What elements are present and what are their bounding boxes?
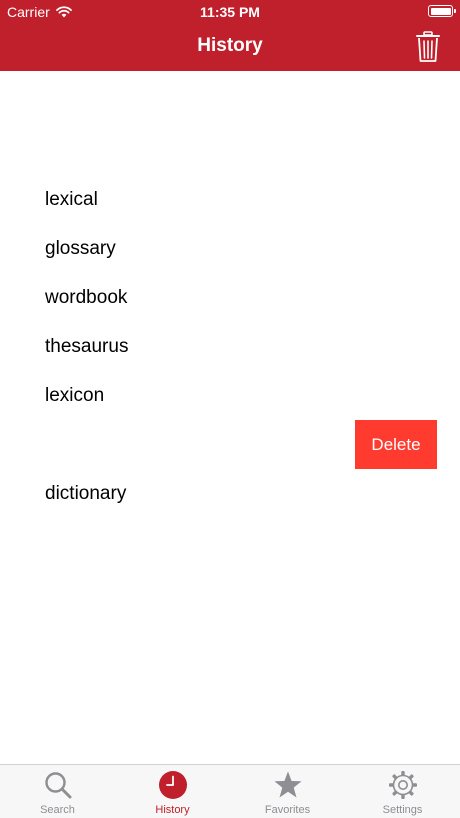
battery-icon xyxy=(428,5,456,17)
tab-label: Search xyxy=(40,804,75,816)
history-item-lexicon[interactable]: lexicon xyxy=(0,371,460,420)
delete-button[interactable]: Delete xyxy=(355,420,437,469)
status-time: 11:35 PM xyxy=(200,4,260,20)
search-icon xyxy=(44,772,71,799)
trash-icon[interactable] xyxy=(416,31,440,63)
star-icon xyxy=(274,771,301,798)
history-item-glossary[interactable]: glossary xyxy=(0,224,460,273)
tab-label: Favorites xyxy=(264,804,311,816)
navigation-bar: Carrier 11:35 PM History xyxy=(0,0,460,71)
history-item-swiped[interactable]: Delete xyxy=(0,420,460,469)
history-item-label: glossary xyxy=(45,238,116,259)
tab-label: History xyxy=(155,804,190,816)
tab-label: Settings xyxy=(382,804,423,816)
tab-search[interactable]: Search xyxy=(0,765,115,818)
battery-level xyxy=(430,7,451,15)
tab-bar: Search History Favorites Settings xyxy=(0,764,460,818)
tab-history[interactable]: History xyxy=(115,765,230,818)
history-item-wordbook[interactable]: wordbook xyxy=(0,273,460,322)
history-item-label: lexicon xyxy=(45,385,105,406)
history-item-dictionary[interactable]: dictionary xyxy=(0,469,460,518)
gear-icon xyxy=(388,771,417,799)
history-item-label: thesaurus xyxy=(45,336,129,357)
history-item-thesaurus[interactable]: thesaurus xyxy=(0,322,460,371)
history-item-lexical[interactable]: lexical xyxy=(0,175,460,224)
tab-favorites[interactable]: Favorites xyxy=(230,765,345,818)
history-screen: Carrier 11:35 PM History lexical glossar… xyxy=(0,0,460,818)
clock-icon xyxy=(158,771,187,799)
history-list: lexical glossary wordbook thesaurus lexi… xyxy=(0,175,460,518)
history-item-label: dictionary xyxy=(45,483,127,504)
page-title: History xyxy=(197,35,263,56)
status-bar: Carrier 11:35 PM xyxy=(0,0,460,24)
tab-settings[interactable]: Settings xyxy=(345,765,460,818)
history-item-label: lexical xyxy=(45,189,98,210)
history-item-label: wordbook xyxy=(45,287,128,308)
